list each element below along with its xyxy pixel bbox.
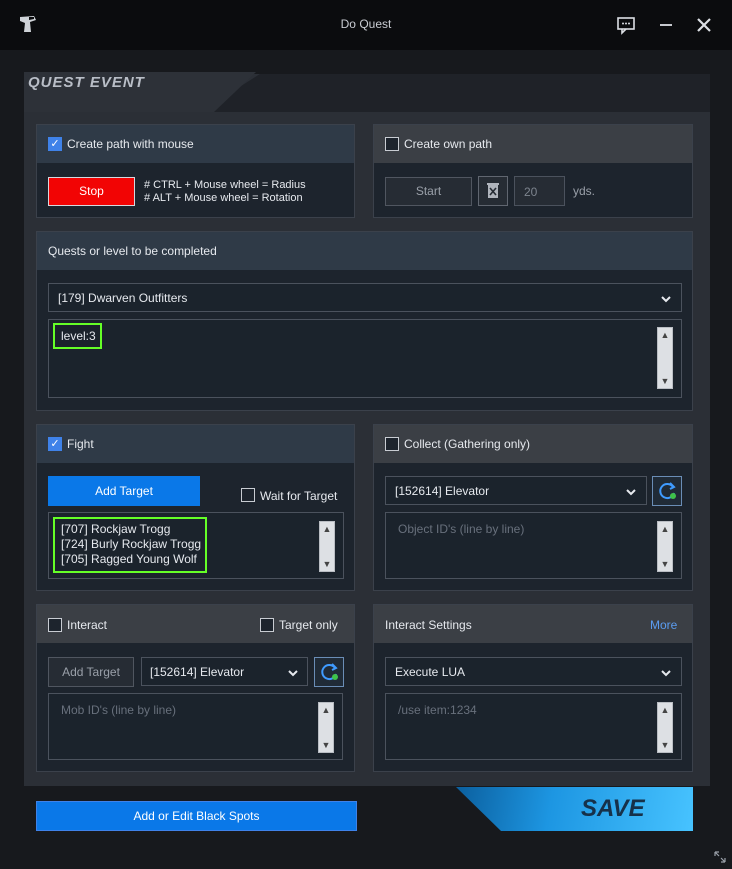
interact-checkbox[interactable] [48, 618, 62, 632]
mob-ids-placeholder: Mob ID's (line by line) [61, 703, 176, 717]
target-item: [707] Rockjaw Trogg [61, 522, 171, 536]
distance-input[interactable]: 20 [514, 176, 565, 206]
scroll-up-icon[interactable]: ▲ [658, 522, 672, 536]
close-icon[interactable] [692, 13, 716, 37]
own-path-label: Create own path [404, 137, 493, 151]
scroll-down-icon[interactable]: ▼ [319, 738, 333, 752]
hint-rotation: # ALT + Mouse wheel = Rotation [144, 192, 303, 204]
collect-select[interactable]: [152614] Elevator [385, 476, 647, 505]
save-button[interactable]: SAVE [456, 787, 693, 831]
more-link[interactable]: More [650, 618, 677, 632]
object-ids-placeholder: Object ID's (line by line) [398, 522, 525, 536]
collect-checkbox[interactable] [385, 437, 399, 451]
page-title: QUEST EVENT [28, 74, 145, 91]
black-spots-button[interactable]: Add or Edit Black Spots [36, 801, 357, 831]
interact-add-target-button[interactable]: Add Target [48, 657, 134, 687]
quest-scrollbar[interactable]: ▲ ▼ [657, 327, 673, 389]
fight-target-list[interactable]: [707] Rockjaw Trogg [724] Burly Rockjaw … [48, 512, 344, 579]
target-only-checkbox[interactable] [260, 618, 274, 632]
header-band [200, 74, 710, 112]
scroll-up-icon[interactable]: ▲ [320, 522, 334, 536]
fight-label: Fight [67, 437, 94, 451]
own-path-checkbox[interactable] [385, 137, 399, 151]
collect-scrollbar[interactable]: ▲ ▼ [657, 521, 673, 572]
fight-scrollbar[interactable]: ▲ ▼ [319, 521, 335, 572]
clear-path-icon[interactable] [478, 176, 508, 206]
interact-label: Interact [67, 618, 108, 632]
target-item: [724] Burly Rockjaw Trogg [61, 537, 202, 551]
target-only-label: Target only [279, 618, 338, 632]
interact-select-value: [152614] Elevator [150, 665, 245, 679]
minimize-icon[interactable] [654, 13, 678, 37]
mob-ids-textarea[interactable]: Mob ID's (line by line) ▲ ▼ [48, 693, 343, 760]
quest-select[interactable]: [179] Dwarven Outfitters [48, 283, 682, 312]
collect-label: Collect (Gathering only) [404, 437, 531, 451]
chevron-down-icon [661, 296, 671, 303]
fight-add-target-button[interactable]: Add Target [48, 476, 200, 506]
scroll-up-icon[interactable]: ▲ [658, 703, 672, 717]
action-select-value: Execute LUA [395, 665, 466, 679]
collect-refresh-icon[interactable] [652, 476, 682, 506]
wait-target-label: Wait for Target [260, 489, 338, 503]
scroll-down-icon[interactable]: ▼ [658, 374, 672, 388]
scroll-up-icon[interactable]: ▲ [658, 328, 672, 342]
hint-radius: # CTRL + Mouse wheel = Radius [144, 179, 306, 191]
start-button[interactable]: Start [385, 177, 472, 206]
chevron-down-icon [626, 489, 636, 496]
save-label: SAVE [581, 795, 645, 822]
distance-value: 20 [524, 185, 538, 199]
action-select[interactable]: Execute LUA [385, 657, 682, 686]
interact-refresh-icon[interactable] [314, 657, 344, 687]
quest-text: level:3 [61, 329, 96, 343]
quest-textarea[interactable]: level:3 ▲ ▼ [48, 319, 682, 398]
scroll-down-icon[interactable]: ▼ [658, 738, 672, 752]
interact-scrollbar[interactable]: ▲ ▼ [318, 702, 334, 753]
stop-button[interactable]: Stop [48, 177, 135, 206]
scroll-down-icon[interactable]: ▼ [320, 557, 334, 571]
lua-scrollbar[interactable]: ▲ ▼ [657, 702, 673, 753]
path-mouse-checkbox[interactable]: ✓ [48, 137, 62, 151]
distance-unit: yds. [573, 184, 596, 198]
resize-grip-icon[interactable] [714, 851, 726, 863]
path-mouse-label: Create path with mouse [67, 137, 194, 151]
interact-settings-title: Interact Settings [385, 618, 472, 632]
quest-select-value: [179] Dwarven Outfitters [58, 291, 188, 305]
quests-header-label: Quests or level to be completed [48, 244, 217, 258]
wait-target-checkbox[interactable] [241, 488, 255, 502]
collect-select-value: [152614] Elevator [395, 484, 490, 498]
scroll-down-icon[interactable]: ▼ [658, 557, 672, 571]
object-ids-textarea[interactable]: Object ID's (line by line) ▲ ▼ [385, 512, 682, 579]
chevron-down-icon [288, 670, 298, 677]
scroll-up-icon[interactable]: ▲ [319, 703, 333, 717]
interact-select[interactable]: [152614] Elevator [141, 657, 308, 686]
target-item: [705] Ragged Young Wolf [61, 552, 197, 566]
fight-checkbox[interactable]: ✓ [48, 437, 62, 451]
lua-textarea[interactable]: /use item:1234 ▲ ▼ [385, 693, 682, 760]
chat-icon[interactable] [614, 13, 638, 37]
lua-placeholder: /use item:1234 [398, 703, 477, 717]
chevron-down-icon [661, 670, 671, 677]
